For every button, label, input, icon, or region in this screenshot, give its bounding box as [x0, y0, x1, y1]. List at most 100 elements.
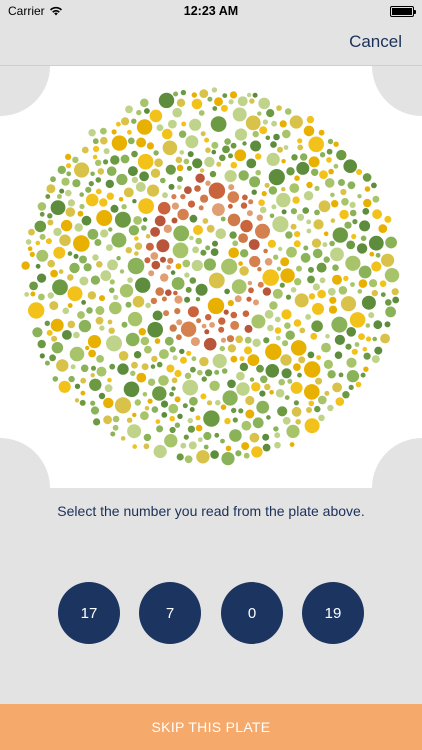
plate-background-dot — [338, 372, 344, 378]
plate-background-dot — [176, 164, 184, 172]
plate-background-dot — [61, 177, 70, 186]
plate-background-dot — [280, 354, 292, 366]
plate-background-dot — [327, 138, 334, 145]
plate-background-dot — [312, 248, 323, 259]
plate-background-dot — [47, 213, 53, 219]
plate-figure-dot — [230, 320, 240, 330]
plate-background-dot — [294, 293, 309, 308]
plate-background-dot — [318, 129, 325, 136]
plate-background-dot — [293, 363, 301, 371]
plate-background-dot — [144, 108, 150, 114]
answer-button-17[interactable]: 17 — [58, 582, 120, 644]
plate-background-dot — [267, 239, 276, 248]
plate-background-dot — [73, 253, 79, 259]
plate-background-dot — [192, 158, 203, 169]
plate-background-dot — [257, 111, 262, 116]
plate-background-dot — [205, 147, 211, 153]
plate-background-dot — [306, 407, 312, 413]
plate-background-dot — [266, 109, 275, 118]
plate-background-dot — [30, 291, 36, 297]
plate-background-dot — [95, 159, 102, 166]
plate-background-dot — [221, 258, 238, 275]
skip-plate-button[interactable]: SKIP THIS PLATE — [0, 704, 422, 750]
plate-figure-dot — [255, 223, 270, 239]
plate-background-dot — [39, 211, 45, 217]
plate-background-dot — [36, 249, 49, 262]
plate-figure-dot — [176, 334, 182, 341]
plate-background-dot — [338, 286, 348, 295]
plate-background-dot — [66, 163, 72, 169]
plate-figure-dot — [180, 193, 186, 200]
plate-background-dot — [87, 291, 97, 300]
plate-background-dot — [224, 170, 237, 183]
answer-button-0[interactable]: 0 — [221, 582, 283, 644]
plate-background-dot — [339, 209, 349, 220]
plate-background-dot — [172, 355, 178, 361]
cancel-button[interactable]: Cancel — [349, 32, 402, 52]
plate-figure-dot — [218, 317, 226, 325]
plate-background-dot — [95, 177, 102, 183]
plate-background-dot — [176, 98, 186, 107]
plate-background-dot — [378, 224, 388, 234]
plate-background-dot — [117, 363, 129, 375]
plate-background-dot — [77, 311, 85, 319]
plate-background-dot — [371, 289, 378, 297]
plate-background-dot — [252, 130, 259, 138]
plate-background-dot — [273, 254, 279, 260]
plate-background-dot — [125, 301, 132, 308]
plate-background-dot — [344, 221, 352, 229]
answer-button-7[interactable]: 7 — [139, 582, 201, 644]
plate-background-dot — [134, 242, 143, 250]
plate-background-dot — [228, 153, 233, 159]
plate-background-dot — [274, 441, 281, 449]
plate-background-dot — [145, 234, 151, 239]
plate-background-dot — [206, 400, 213, 406]
plate-background-dot — [255, 169, 261, 176]
plate-background-dot — [227, 379, 236, 389]
plate-background-dot — [312, 302, 324, 315]
plate-background-dot — [134, 236, 139, 241]
plate-background-dot — [62, 307, 70, 315]
plate-background-dot — [251, 314, 266, 329]
plate-background-dot — [70, 364, 76, 370]
plate-background-dot — [39, 353, 45, 359]
plate-background-dot — [199, 356, 209, 367]
plate-background-dot — [269, 213, 275, 219]
plate-figure-dot — [246, 210, 253, 217]
plate-background-dot — [363, 198, 372, 208]
plate-figure-dot — [171, 217, 178, 224]
plate-background-dot — [127, 166, 138, 177]
answer-button-19[interactable]: 19 — [302, 582, 364, 644]
plate-background-dot — [259, 126, 268, 135]
plate-background-dot — [306, 228, 312, 234]
plate-background-dot — [183, 434, 189, 440]
plate-background-dot — [38, 293, 45, 301]
plate-background-dot — [94, 239, 102, 246]
plate-background-dot — [319, 152, 326, 158]
plate-background-dot — [87, 335, 102, 349]
plate-figure-dot — [150, 297, 158, 305]
plate-background-dot — [264, 309, 274, 319]
plate-background-dot — [73, 331, 80, 339]
plate-background-dot — [212, 106, 218, 111]
plate-background-dot — [158, 375, 169, 386]
plate-background-dot — [203, 258, 216, 271]
plate-background-dot — [318, 200, 331, 213]
plate-background-dot — [96, 355, 104, 363]
plate-figure-dot — [226, 335, 235, 343]
plate-background-dot — [262, 269, 280, 286]
plate-background-dot — [95, 316, 104, 325]
plate-background-dot — [308, 293, 316, 300]
plate-figure-dot — [205, 180, 211, 186]
plate-background-dot — [250, 140, 262, 152]
status-left: Carrier — [8, 4, 63, 18]
plate-figure-dot — [155, 287, 164, 296]
plate-background-dot — [205, 369, 213, 377]
plate-background-dot — [118, 351, 129, 361]
plate-background-dot — [239, 356, 245, 362]
plate-background-dot — [72, 179, 81, 188]
plate-background-dot — [220, 438, 225, 444]
plate-background-dot — [323, 359, 333, 369]
plate-background-dot — [334, 334, 345, 345]
plate-background-dot — [231, 279, 247, 294]
